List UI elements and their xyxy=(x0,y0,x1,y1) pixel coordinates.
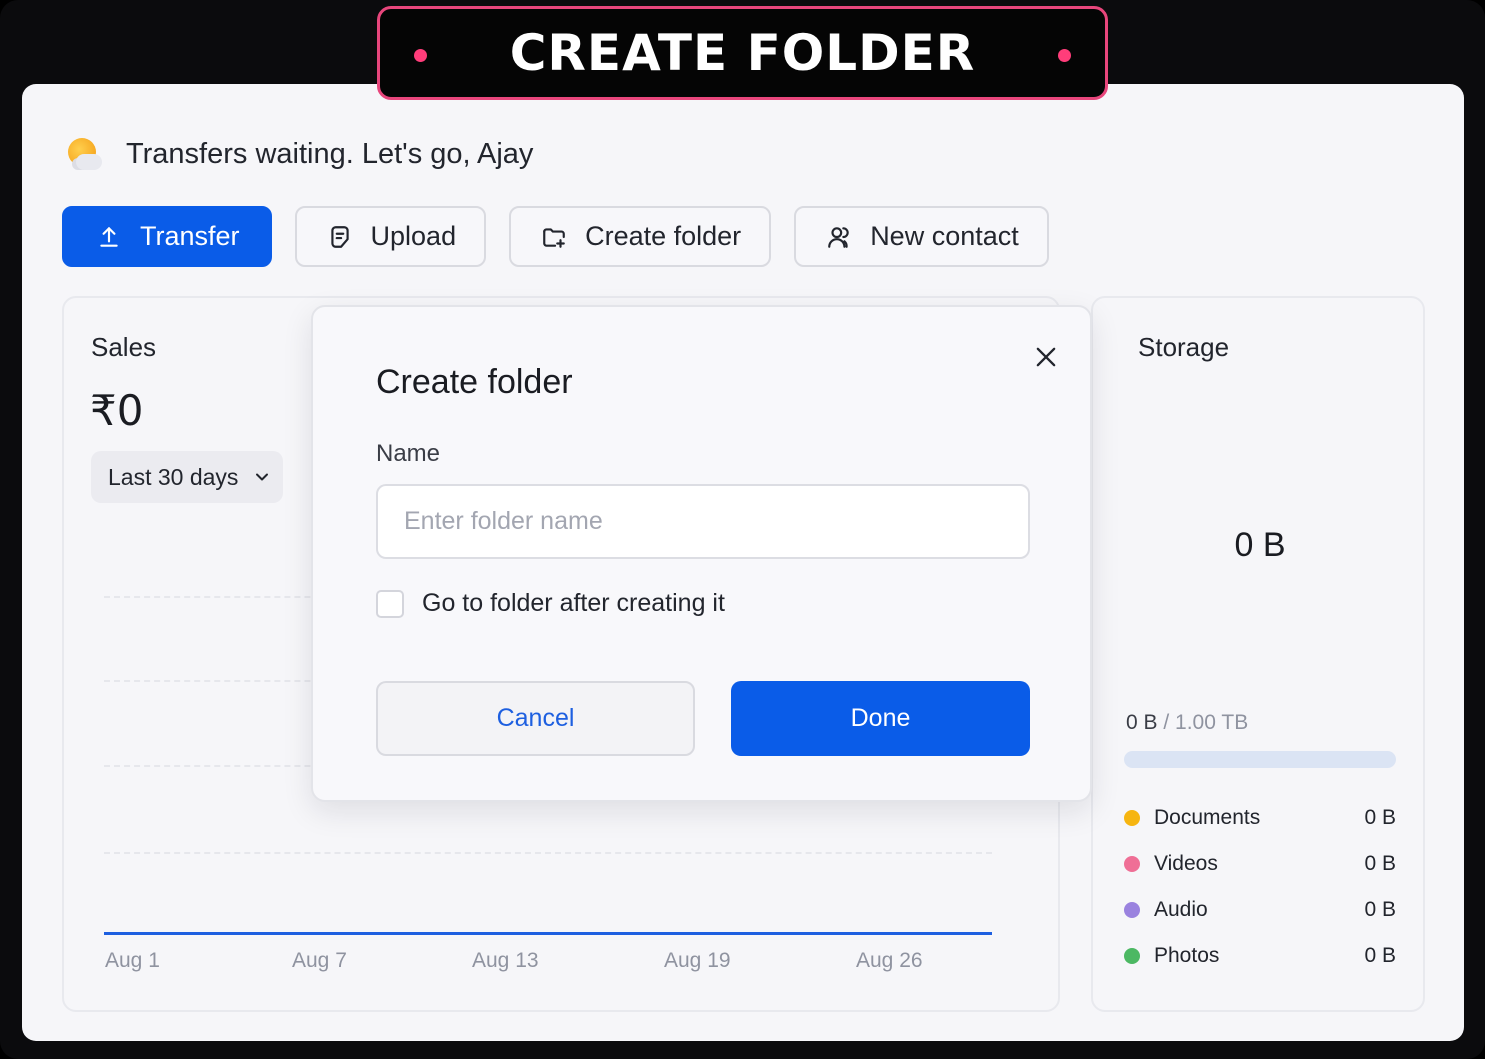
legend-value: 0 B xyxy=(1364,852,1396,875)
banner-dot-right xyxy=(1058,49,1071,62)
done-button[interactable]: Done xyxy=(731,681,1030,756)
legend-dot xyxy=(1124,810,1140,826)
storage-progress-bar xyxy=(1124,751,1396,768)
legend-label: Videos xyxy=(1154,852,1218,875)
sales-title: Sales xyxy=(91,332,157,362)
banner-title: CREATE FOLDER xyxy=(509,24,976,82)
greeting-text: Transfers waiting. Let's go, Ajay xyxy=(126,137,534,170)
legend-dot xyxy=(1124,948,1140,964)
legend-value: 0 B xyxy=(1364,944,1396,967)
legend-dot xyxy=(1124,902,1140,918)
transfer-button[interactable]: Transfer xyxy=(62,206,272,267)
new-contact-label: New contact xyxy=(870,221,1019,251)
chevron-down-icon xyxy=(256,473,269,481)
legend-item-videos: Videos 0 B xyxy=(1124,852,1396,876)
close-icon xyxy=(1036,347,1056,367)
folder-plus-icon xyxy=(543,227,565,248)
storage-used: 0 B xyxy=(1126,711,1158,734)
legend-label: Audio xyxy=(1154,898,1208,921)
legend-label: Documents xyxy=(1154,806,1261,829)
x-tick-label: Aug 19 xyxy=(664,949,731,972)
user-add-icon xyxy=(828,226,849,248)
storage-title: Storage xyxy=(1138,332,1230,362)
storage-capacity: / 1.00 TB xyxy=(1163,711,1249,734)
cancel-button[interactable]: Cancel xyxy=(376,681,695,756)
upload-arrow-icon xyxy=(100,226,118,247)
create-folder-label: Create folder xyxy=(585,221,742,251)
date-range-dropdown[interactable]: Last 30 days xyxy=(91,451,283,503)
x-tick-label: Aug 26 xyxy=(856,949,923,972)
legend-label: Photos xyxy=(1154,944,1220,967)
legend-item-documents: Documents 0 B xyxy=(1124,806,1396,830)
dialog-title: Create folder xyxy=(376,363,573,401)
legend-value: 0 B xyxy=(1364,806,1396,829)
upload-label: Upload xyxy=(370,221,457,251)
sun-cloud-icon xyxy=(64,134,104,174)
create-folder-dialog: Create folder Name Go to folder after cr… xyxy=(311,305,1092,802)
chart-gridline xyxy=(104,852,992,854)
banner-dot-left xyxy=(414,49,427,62)
legend-item-audio: Audio 0 B xyxy=(1124,898,1396,922)
app-window: Transfers waiting. Let's go, Ajay Transf… xyxy=(22,84,1464,1041)
action-bar: Transfer Upload Create folder New contac… xyxy=(62,206,1049,267)
legend-item-photos: Photos 0 B xyxy=(1124,944,1396,968)
checkbox-box[interactable] xyxy=(376,589,404,618)
legend-dot xyxy=(1124,856,1140,872)
new-contact-button[interactable]: New contact xyxy=(794,206,1049,267)
close-button[interactable] xyxy=(1032,343,1060,371)
storage-card: Storage 0 B 0 B / 1.00 TB Documents 0 B … xyxy=(1091,296,1425,1012)
legend-value: 0 B xyxy=(1364,898,1396,921)
date-range-label: Last 30 days xyxy=(108,463,239,490)
storage-total: 0 B xyxy=(1234,526,1286,564)
folder-name-input[interactable] xyxy=(376,484,1030,559)
name-label: Name xyxy=(376,440,441,467)
chart-line-series xyxy=(104,932,992,935)
greeting: Transfers waiting. Let's go, Ajay xyxy=(64,134,533,174)
create-folder-button[interactable]: Create folder xyxy=(509,206,772,267)
x-tick-label: Aug 7 xyxy=(292,949,347,972)
transfer-label: Transfer xyxy=(140,221,240,251)
sales-amount: ₹0 xyxy=(90,386,144,435)
go-to-folder-checkbox[interactable]: Go to folder after creating it xyxy=(376,589,725,618)
checkbox-label: Go to folder after creating it xyxy=(422,589,725,617)
title-banner: CREATE FOLDER xyxy=(377,6,1108,100)
document-icon xyxy=(330,225,349,248)
upload-button[interactable]: Upload xyxy=(294,206,487,267)
x-tick-label: Aug 13 xyxy=(472,949,539,972)
x-tick-label: Aug 1 xyxy=(105,949,160,972)
storage-usage: 0 B / 1.00 TB xyxy=(1126,711,1248,735)
